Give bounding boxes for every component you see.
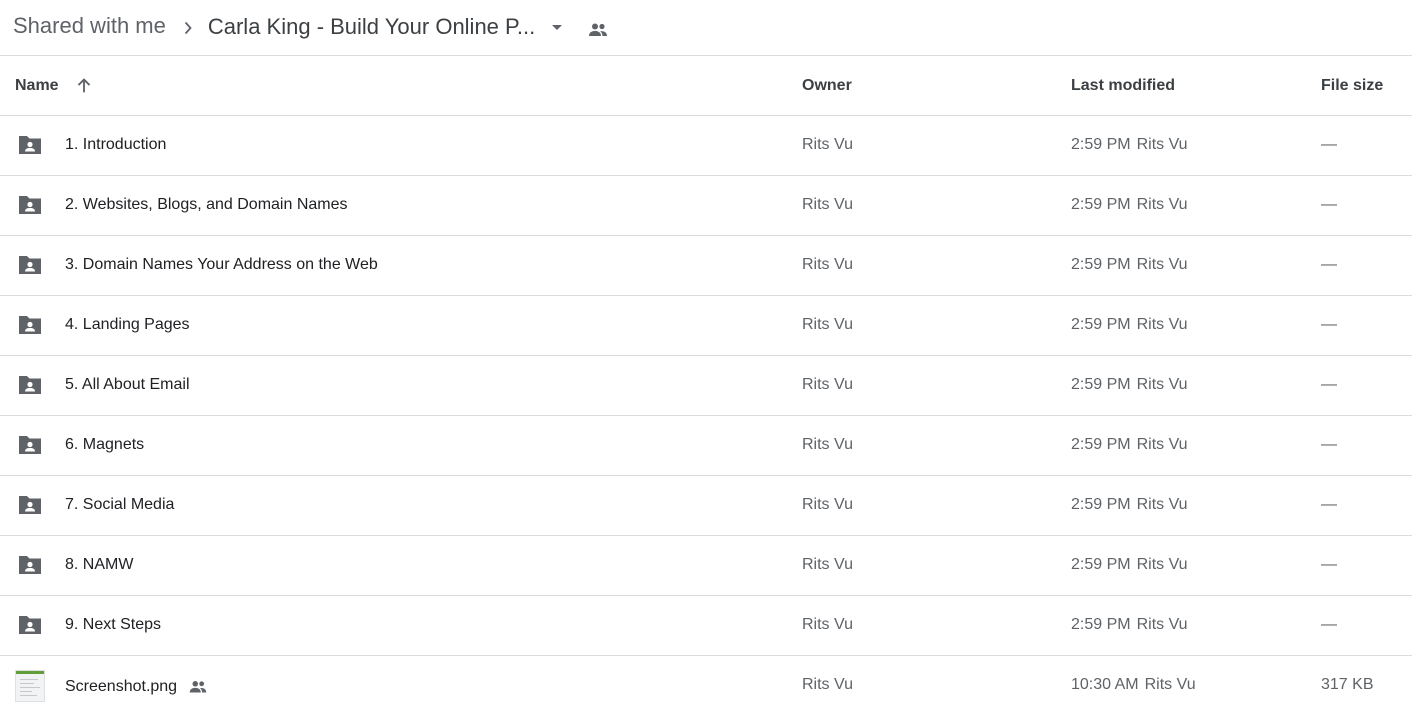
modified-by: Rits Vu bbox=[1136, 256, 1188, 273]
last-modified: 2:59 PM Rits Vu bbox=[1071, 616, 1188, 634]
modified-time: 10:30 AM bbox=[1071, 676, 1139, 693]
chevron-right-icon bbox=[176, 16, 200, 40]
modified-by: Rits Vu bbox=[1136, 556, 1188, 573]
shared-folder-icon bbox=[17, 494, 43, 516]
file-name[interactable]: 3. Domain Names Your Address on the Web bbox=[65, 256, 378, 274]
modified-by: Rits Vu bbox=[1136, 436, 1188, 453]
modified-by: Rits Vu bbox=[1136, 616, 1188, 633]
table-row[interactable]: 8. NAMW Rits Vu 2:59 PM Rits Vu — bbox=[0, 536, 1412, 596]
owner: Rits Vu bbox=[802, 496, 853, 513]
file-size: — bbox=[1321, 496, 1337, 513]
modified-time: 2:59 PM bbox=[1071, 436, 1131, 453]
file-name[interactable]: 7. Social Media bbox=[65, 496, 174, 514]
file-name[interactable]: 2. Websites, Blogs, and Domain Names bbox=[65, 196, 348, 214]
modified-time: 2:59 PM bbox=[1071, 316, 1131, 333]
modified-by: Rits Vu bbox=[1144, 676, 1196, 693]
modified-time: 2:59 PM bbox=[1071, 136, 1131, 153]
file-size: — bbox=[1321, 136, 1337, 153]
breadcrumb: Shared with me Carla King - Build Your O… bbox=[0, 0, 1412, 56]
file-size: — bbox=[1321, 196, 1337, 213]
file-size: — bbox=[1321, 556, 1337, 573]
file-name[interactable]: 4. Landing Pages bbox=[65, 316, 190, 334]
owner: Rits Vu bbox=[802, 196, 853, 213]
owner: Rits Vu bbox=[802, 676, 853, 693]
table-row[interactable]: 9. Next Steps Rits Vu 2:59 PM Rits Vu — bbox=[0, 596, 1412, 656]
table-row[interactable]: 1. Introduction Rits Vu 2:59 PM Rits Vu — bbox=[0, 116, 1412, 176]
file-name-cell[interactable]: Screenshot.png bbox=[65, 676, 209, 698]
table-row[interactable]: 7. Social Media Rits Vu 2:59 PM Rits Vu — bbox=[0, 476, 1412, 536]
breadcrumb-current-folder[interactable]: Carla King - Build Your Online P... bbox=[208, 14, 569, 40]
file-name[interactable]: 5. All About Email bbox=[65, 376, 190, 394]
table-row[interactable]: 4. Landing Pages Rits Vu 2:59 PM Rits Vu … bbox=[0, 296, 1412, 356]
people-icon bbox=[187, 676, 209, 698]
column-header-last-modified[interactable]: Last modified bbox=[1071, 77, 1175, 95]
owner: Rits Vu bbox=[802, 376, 853, 393]
last-modified: 2:59 PM Rits Vu bbox=[1071, 436, 1188, 454]
table-row[interactable]: 2. Websites, Blogs, and Domain Names Rit… bbox=[0, 176, 1412, 236]
file-name[interactable]: 8. NAMW bbox=[65, 556, 133, 574]
modified-time: 2:59 PM bbox=[1071, 496, 1131, 513]
last-modified: 2:59 PM Rits Vu bbox=[1071, 496, 1188, 514]
file-name[interactable]: 9. Next Steps bbox=[65, 616, 161, 634]
last-modified: 2:59 PM Rits Vu bbox=[1071, 256, 1188, 274]
last-modified: 2:59 PM Rits Vu bbox=[1071, 376, 1188, 394]
modified-by: Rits Vu bbox=[1136, 496, 1188, 513]
file-size: 317 KB bbox=[1321, 676, 1374, 693]
shared-folder-icon bbox=[17, 314, 43, 336]
last-modified: 2:59 PM Rits Vu bbox=[1071, 196, 1188, 214]
file-size: — bbox=[1321, 376, 1337, 393]
file-size: — bbox=[1321, 436, 1337, 453]
modified-by: Rits Vu bbox=[1136, 376, 1188, 393]
owner: Rits Vu bbox=[802, 436, 853, 453]
owner: Rits Vu bbox=[802, 256, 853, 273]
shared-folder-icon bbox=[17, 614, 43, 636]
shared-folder-icon bbox=[17, 194, 43, 216]
table-row[interactable]: 3. Domain Names Your Address on the Web … bbox=[0, 236, 1412, 296]
owner: Rits Vu bbox=[802, 556, 853, 573]
shared-folder-icon bbox=[17, 134, 43, 156]
file-name[interactable]: 6. Magnets bbox=[65, 436, 144, 454]
file-name: Screenshot.png bbox=[65, 678, 178, 695]
image-thumbnail-icon bbox=[15, 670, 45, 702]
shared-folder-icon bbox=[17, 434, 43, 456]
modified-time: 2:59 PM bbox=[1071, 556, 1131, 573]
table-row[interactable]: Screenshot.png Rits Vu 10:30 AM Rits Vu 3… bbox=[0, 656, 1412, 716]
modified-time: 2:59 PM bbox=[1071, 256, 1131, 273]
modified-time: 2:59 PM bbox=[1071, 616, 1131, 633]
last-modified: 2:59 PM Rits Vu bbox=[1071, 556, 1188, 574]
file-size: — bbox=[1321, 616, 1337, 633]
owner: Rits Vu bbox=[802, 616, 853, 633]
modified-time: 2:59 PM bbox=[1071, 196, 1131, 213]
column-header-owner[interactable]: Owner bbox=[802, 77, 852, 95]
current-folder-title: Carla King - Build Your Online P... bbox=[207, 14, 536, 39]
people-icon[interactable] bbox=[586, 18, 610, 42]
file-list: 1. Introduction Rits Vu 2:59 PM Rits Vu —… bbox=[0, 116, 1412, 716]
table-row[interactable]: 5. All About Email Rits Vu 2:59 PM Rits V… bbox=[0, 356, 1412, 416]
file-size: — bbox=[1321, 316, 1337, 333]
shared-folder-icon bbox=[17, 554, 43, 576]
column-header-file-size[interactable]: File size bbox=[1321, 77, 1383, 95]
column-header-name-label: Name bbox=[15, 76, 59, 94]
shared-folder-icon bbox=[17, 254, 43, 276]
modified-by: Rits Vu bbox=[1136, 196, 1188, 213]
breadcrumb-shared-with-me[interactable]: Shared with me bbox=[13, 13, 166, 39]
shared-folder-icon bbox=[17, 374, 43, 396]
last-modified: 10:30 AM Rits Vu bbox=[1071, 676, 1196, 694]
caret-down-icon[interactable] bbox=[545, 15, 569, 39]
owner: Rits Vu bbox=[802, 136, 853, 153]
table-row[interactable]: 6. Magnets Rits Vu 2:59 PM Rits Vu — bbox=[0, 416, 1412, 476]
modified-time: 2:59 PM bbox=[1071, 376, 1131, 393]
last-modified: 2:59 PM Rits Vu bbox=[1071, 136, 1188, 154]
file-name[interactable]: 1. Introduction bbox=[65, 136, 166, 154]
file-size: — bbox=[1321, 256, 1337, 273]
modified-by: Rits Vu bbox=[1136, 136, 1188, 153]
column-header-row: Name Owner Last modified File size bbox=[0, 56, 1412, 116]
owner: Rits Vu bbox=[802, 316, 853, 333]
modified-by: Rits Vu bbox=[1136, 316, 1188, 333]
arrow-up-icon[interactable] bbox=[73, 75, 95, 97]
column-header-name[interactable]: Name bbox=[15, 75, 95, 97]
last-modified: 2:59 PM Rits Vu bbox=[1071, 316, 1188, 334]
